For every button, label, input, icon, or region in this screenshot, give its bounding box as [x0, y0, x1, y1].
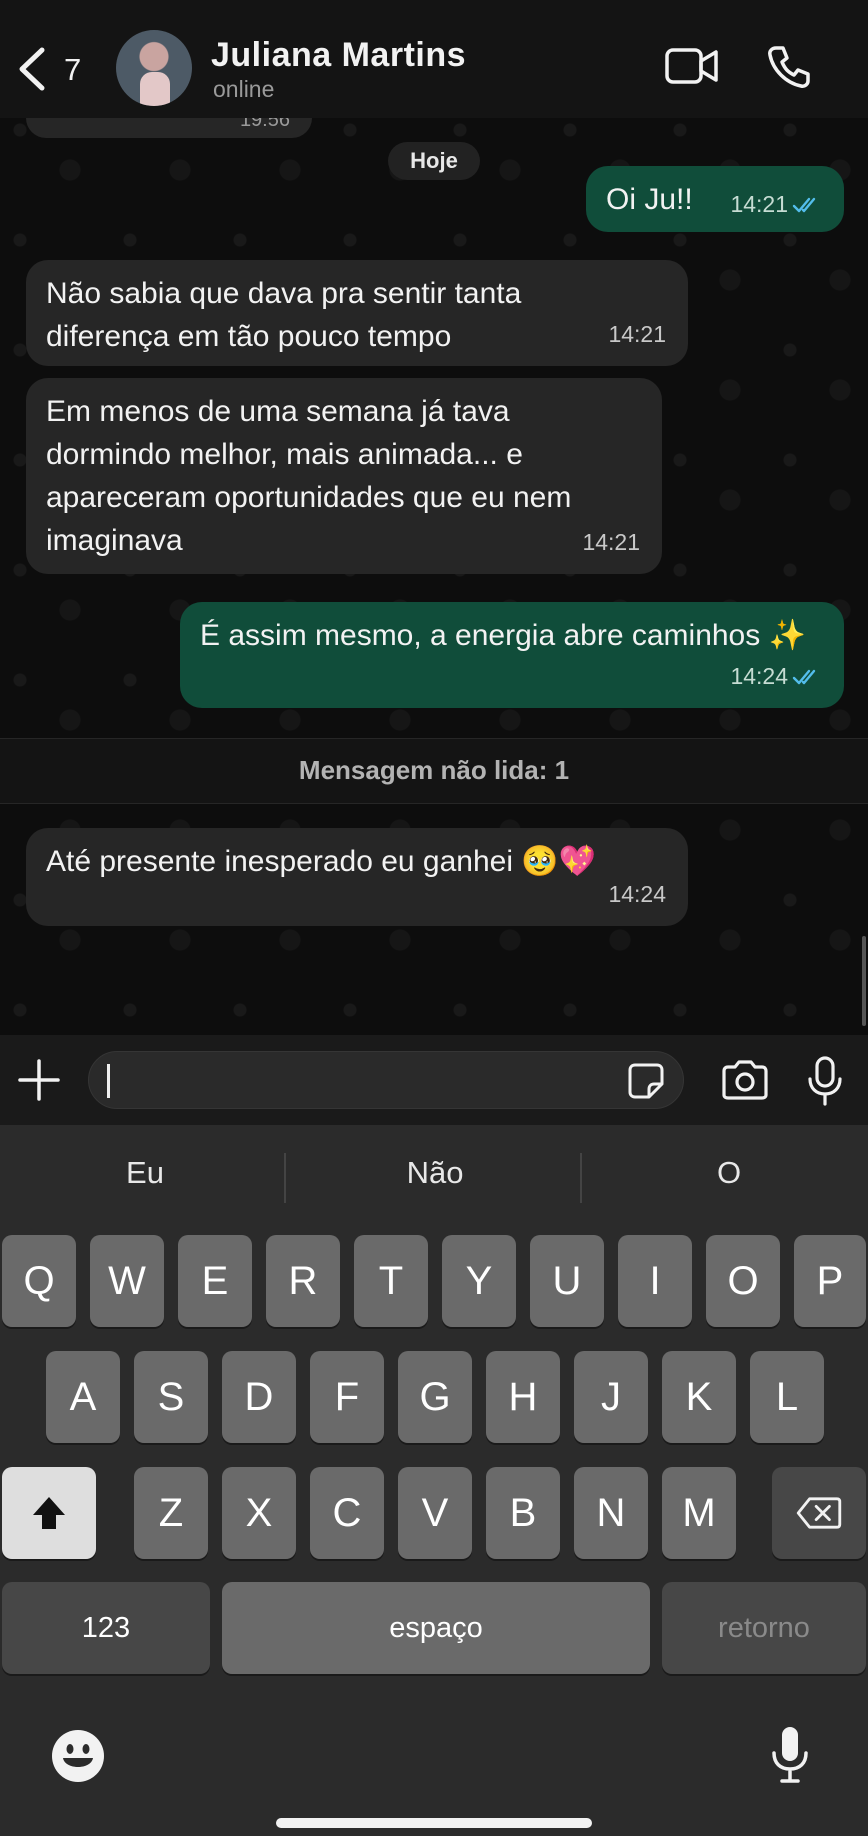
key-l[interactable]: L	[750, 1351, 824, 1443]
key-u[interactable]: U	[530, 1235, 604, 1327]
suggestion-2[interactable]: Não	[290, 1155, 580, 1191]
message-time: 14:21	[730, 191, 788, 217]
sticker-icon[interactable]	[627, 1062, 665, 1100]
text-caret	[107, 1064, 110, 1098]
message-time: 14:21	[582, 529, 640, 555]
date-separator: Hoje	[388, 142, 480, 180]
message-incoming[interactable]: Não sabia que dava pra sentir tanta dife…	[26, 260, 688, 366]
key-e[interactable]: E	[178, 1235, 252, 1327]
message-incoming[interactable]: Em menos de uma semana já tava dormindo …	[26, 378, 662, 574]
key-r[interactable]: R	[266, 1235, 340, 1327]
message-input[interactable]	[88, 1051, 684, 1109]
key-k[interactable]: K	[662, 1351, 736, 1443]
key-g[interactable]: G	[398, 1351, 472, 1443]
message-text: Não sabia que dava pra sentir tanta dife…	[46, 277, 522, 353]
key-h[interactable]: H	[486, 1351, 560, 1443]
key-t[interactable]: T	[354, 1235, 428, 1327]
key-z[interactable]: Z	[134, 1467, 208, 1559]
message-composer	[0, 1035, 868, 1125]
space-key[interactable]: espaço	[222, 1582, 650, 1674]
unread-messages-banner: Mensagem não lida: 1	[0, 738, 868, 804]
key-f[interactable]: F	[310, 1351, 384, 1443]
key-a[interactable]: A	[46, 1351, 120, 1443]
key-q[interactable]: Q	[2, 1235, 76, 1327]
message-time: 14:21	[608, 321, 666, 347]
backspace-key[interactable]	[772, 1467, 866, 1559]
read-ticks-icon	[792, 669, 816, 684]
key-y[interactable]: Y	[442, 1235, 516, 1327]
message-text: Em menos de uma semana já tava dormindo …	[46, 395, 572, 557]
chat-header: 7 Juliana Martins online	[0, 0, 868, 118]
contact-name[interactable]: Juliana Martins	[211, 36, 466, 75]
key-n[interactable]: N	[574, 1467, 648, 1559]
message-text: É assim mesmo, a energia abre caminhos ✨	[200, 619, 806, 652]
phone-call-icon[interactable]	[766, 44, 812, 90]
message-outgoing[interactable]: É assim mesmo, a energia abre caminhos ✨…	[180, 602, 844, 708]
read-ticks-icon	[792, 197, 816, 212]
microphone-icon[interactable]	[806, 1055, 844, 1107]
message-outgoing[interactable]: Oi Ju!! 14:21	[586, 166, 844, 232]
suggestion-divider	[580, 1153, 582, 1203]
avatar[interactable]	[116, 30, 192, 106]
home-indicator[interactable]	[276, 1818, 592, 1828]
shift-key[interactable]	[2, 1467, 96, 1559]
contact-status: online	[213, 76, 275, 102]
key-s[interactable]: S	[134, 1351, 208, 1443]
key-b[interactable]: B	[486, 1467, 560, 1559]
keyboard: Eu Não O Q W E R T Y U I O P A S D F G H…	[0, 1125, 868, 1836]
key-o[interactable]: O	[706, 1235, 780, 1327]
camera-icon[interactable]	[720, 1059, 770, 1101]
key-p[interactable]: P	[794, 1235, 866, 1327]
key-v[interactable]: V	[398, 1467, 472, 1559]
message-time: 14:24	[608, 881, 666, 907]
key-c[interactable]: C	[310, 1467, 384, 1559]
video-call-icon[interactable]	[664, 46, 720, 86]
numbers-key[interactable]: 123	[2, 1582, 210, 1674]
back-chevron-icon[interactable]	[14, 46, 54, 92]
emoji-icon[interactable]	[50, 1728, 106, 1784]
plus-icon[interactable]	[16, 1057, 62, 1103]
key-i[interactable]: I	[618, 1235, 692, 1327]
suggestion-1[interactable]: Eu	[0, 1155, 290, 1191]
key-x[interactable]: X	[222, 1467, 296, 1559]
return-key[interactable]: retorno	[662, 1582, 866, 1674]
shift-icon	[33, 1497, 65, 1529]
unread-banner-text: Mensagem não lida: 1	[298, 755, 570, 785]
key-w[interactable]: W	[90, 1235, 164, 1327]
key-d[interactable]: D	[222, 1351, 296, 1443]
key-j[interactable]: J	[574, 1351, 648, 1443]
suggestion-divider	[284, 1153, 286, 1203]
message-incoming[interactable]: Até presente inesperado eu ganhei 🥹💖 14:…	[26, 828, 688, 926]
message-time: 14:24	[730, 663, 788, 689]
dictation-icon[interactable]	[770, 1725, 810, 1785]
unread-chats-count[interactable]: 7	[64, 52, 81, 88]
message-text: Até presente inesperado eu ganhei 🥹💖	[46, 845, 597, 878]
backspace-icon	[796, 1497, 842, 1529]
suggestion-3[interactable]: O	[584, 1155, 868, 1191]
scrollbar[interactable]	[862, 936, 866, 1026]
key-m[interactable]: M	[662, 1467, 736, 1559]
